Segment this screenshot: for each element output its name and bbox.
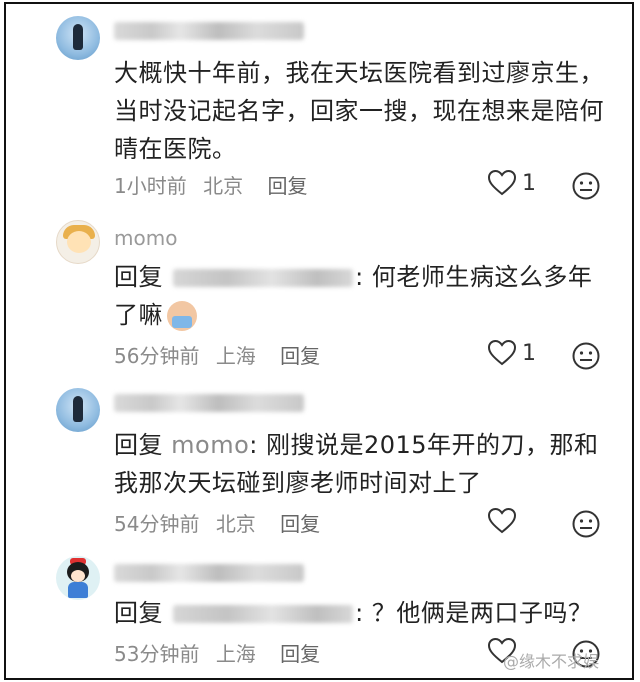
reply-text: : ？他俩是两口子吗？	[355, 599, 593, 627]
comment-text: 回复 : ？他俩是两口子吗？	[114, 594, 604, 632]
avatar[interactable]	[56, 16, 100, 60]
neutral-face-icon[interactable]	[572, 510, 600, 538]
reply-prefix: 回复	[114, 263, 163, 291]
username-blurred[interactable]	[114, 564, 304, 582]
crying-emoji-icon	[167, 301, 197, 331]
username-blurred[interactable]	[114, 394, 304, 412]
reply-button[interactable]: 回复	[280, 344, 320, 368]
username-blurred[interactable]	[114, 22, 304, 40]
comment-text: 回复 : 何老师生病这么多年了嘛	[114, 258, 604, 334]
avatar[interactable]	[56, 388, 100, 432]
comment-location: 上海	[215, 344, 256, 368]
comment-location: 上海	[215, 642, 256, 666]
heart-outline-icon	[488, 170, 516, 196]
like-button[interactable]: 1	[488, 340, 536, 366]
username[interactable]: momo	[114, 226, 177, 250]
comment-location: 北京	[215, 512, 256, 536]
watermark: @缘木不求娱	[503, 648, 599, 672]
neutral-face-icon[interactable]	[572, 172, 600, 200]
reply-prefix: 回复	[114, 599, 163, 627]
like-button[interactable]: 1	[488, 170, 536, 196]
reply-button[interactable]: 回复	[280, 512, 320, 536]
comment-list: 大概快十年前，我在天坛医院看到过廖京生，当时没记起名字，回家一搜，现在想来是陪何…	[4, 2, 634, 680]
reply-target-blurred	[173, 269, 354, 287]
reply-button[interactable]: 回复	[267, 174, 307, 198]
like-count: 1	[522, 340, 536, 366]
comment-meta: 1小时前 北京 回复	[114, 170, 317, 199]
like-button[interactable]	[488, 508, 522, 534]
comment-time: 53分钟前	[114, 642, 200, 666]
comment-location: 北京	[203, 174, 244, 198]
comment-text: 回复 momo: 刚搜说是2015年开的刀，那和我那次天坛碰到廖老师时间对上了	[114, 426, 604, 502]
avatar[interactable]	[56, 220, 100, 264]
comment-time: 54分钟前	[114, 512, 200, 536]
like-count: 1	[522, 170, 536, 196]
avatar[interactable]	[56, 556, 100, 600]
comment-meta: 53分钟前 上海 回复	[114, 638, 330, 667]
watermark-text: @缘木不求娱	[503, 652, 600, 671]
comment-meta: 54分钟前 北京 回复	[114, 508, 330, 537]
reply-prefix: 回复	[114, 431, 163, 459]
reply-target-blurred	[173, 605, 354, 623]
comment-time: 1小时前	[114, 174, 187, 198]
reply-target[interactable]: momo	[171, 431, 249, 459]
comment-time: 56分钟前	[114, 344, 200, 368]
comment-text: 大概快十年前，我在天坛医院看到过廖京生，当时没记起名字，回家一搜，现在想来是陪何…	[114, 59, 604, 163]
comment-meta: 56分钟前 上海 回复	[114, 340, 330, 369]
neutral-face-icon[interactable]	[572, 342, 600, 370]
heart-outline-icon	[488, 340, 516, 366]
reply-button[interactable]: 回复	[280, 642, 320, 666]
heart-outline-icon	[488, 508, 516, 534]
